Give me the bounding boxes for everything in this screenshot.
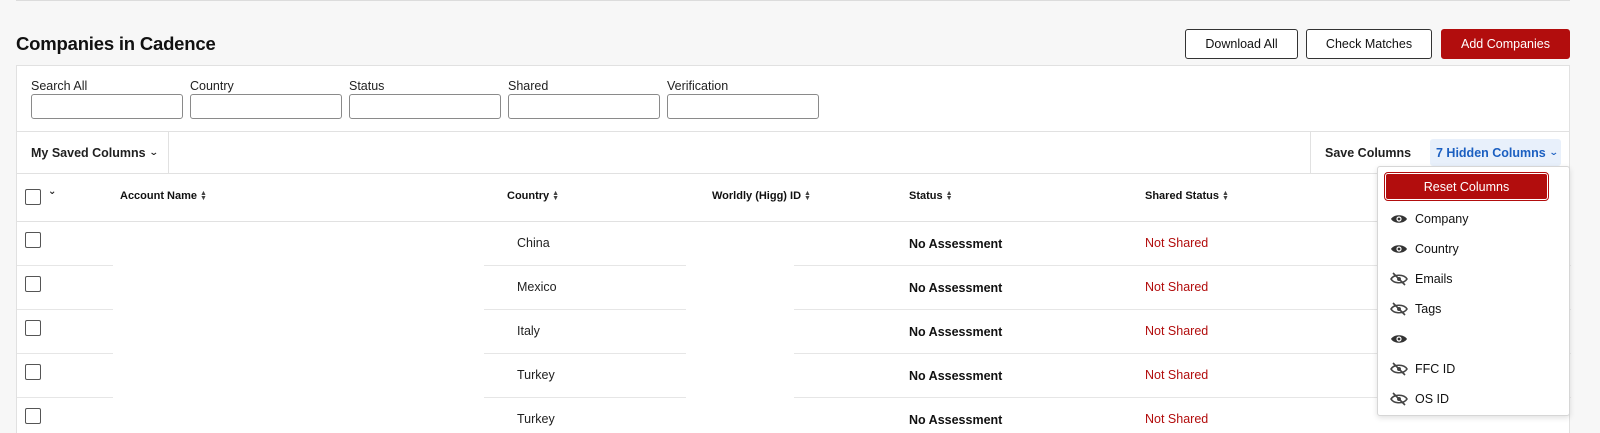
column-toggle-label: FFC ID	[1415, 362, 1456, 376]
download-all-button[interactable]: Download All	[1185, 29, 1298, 59]
select-all-checkbox[interactable]	[25, 189, 41, 205]
row-shared-status: Not Shared	[1145, 412, 1209, 426]
row-shared-status: Not Shared	[1145, 280, 1209, 294]
column-toolbar: My Saved Columns ⌄ Save Columns 7 Hidden…	[17, 131, 1569, 174]
filter-status: Status	[349, 79, 501, 119]
filter-search-all: Search All	[31, 79, 183, 119]
eye-icon	[1391, 245, 1407, 253]
row-country: Italy	[517, 324, 540, 338]
column-toggle-os-id[interactable]: OS ID	[1390, 388, 1550, 410]
sort-icon: ▲ ▼	[1221, 190, 1229, 202]
eye-off-icon	[1390, 272, 1408, 286]
row-divider	[484, 353, 686, 354]
column-header-label: Account Name	[120, 190, 198, 202]
filter-verification: Verification	[667, 79, 819, 119]
row-status: No Assessment	[909, 325, 1003, 339]
column-toggle-ffc-id[interactable]: FFC ID	[1390, 358, 1550, 380]
sort-icon: ▲ ▼	[200, 190, 207, 202]
row-divider	[17, 309, 113, 310]
row-checkbox[interactable]	[25, 320, 41, 336]
search-all-input[interactable]	[31, 94, 183, 119]
column-toggle-emails[interactable]: Emails	[1390, 268, 1550, 290]
chevron-down-icon: ⌄	[148, 147, 159, 157]
row-shared-status: Not Shared	[1145, 236, 1209, 250]
row-country: Mexico	[517, 280, 557, 294]
row-divider	[17, 397, 113, 398]
column-header-status[interactable]: Status ▲ ▼	[909, 190, 953, 202]
column-toggle-label: Country	[1415, 242, 1459, 256]
check-matches-button[interactable]: Check Matches	[1306, 29, 1432, 59]
row-country: Turkey	[517, 412, 555, 426]
column-toggle-label: Company	[1415, 212, 1469, 226]
column-header-worldly-id[interactable]: Worldly (Higg) ID ▲ ▼	[712, 190, 811, 202]
column-toggle-label: Tags	[1415, 302, 1442, 316]
companies-panel: Search All Country Status Shared Verific…	[16, 65, 1571, 433]
filter-label: Search All	[31, 79, 88, 93]
row-shared-status: Not Shared	[1145, 368, 1209, 382]
row-status: No Assessment	[909, 369, 1003, 383]
column-header-label: Worldly (Higg) ID	[712, 190, 802, 202]
chevron-down-icon: ⌄	[1548, 147, 1559, 157]
reset-columns-button[interactable]: Reset Columns	[1384, 172, 1549, 201]
row-shared-status: Not Shared	[1145, 324, 1209, 338]
verification-filter-input[interactable]	[667, 94, 819, 119]
column-header-label: Status	[909, 190, 943, 202]
eye-icon	[1391, 215, 1407, 223]
hidden-columns-menu: Reset Columns Company Country Emails Tag…	[1377, 166, 1570, 416]
sort-icon: ▲ ▼	[552, 190, 560, 202]
sort-icon: ▲ ▼	[804, 190, 811, 202]
filter-shared: Shared	[508, 79, 660, 119]
row-divider	[484, 265, 686, 266]
eye-off-icon	[1390, 362, 1408, 376]
row-checkbox[interactable]	[25, 408, 41, 424]
row-status: No Assessment	[909, 413, 1003, 427]
eye-icon	[1391, 335, 1407, 343]
country-filter-input[interactable]	[190, 94, 342, 119]
column-toggle-unnamed[interactable]	[1390, 328, 1550, 350]
column-toggle-label: Emails	[1415, 272, 1453, 286]
column-header-account-name[interactable]: Account Name ▲ ▼	[120, 190, 207, 202]
filter-label: Verification	[667, 79, 729, 93]
eye-off-icon	[1390, 392, 1408, 406]
filter-country: Country	[190, 79, 342, 119]
eye-off-icon	[1390, 302, 1408, 316]
filter-label: Status	[349, 79, 385, 93]
row-checkbox[interactable]	[25, 232, 41, 248]
hidden-columns-toggle[interactable]: 7 Hidden Columns ⌄	[1430, 139, 1561, 166]
column-header-country[interactable]: Country ▲ ▼	[507, 190, 559, 202]
row-country: Turkey	[517, 368, 555, 382]
row-checkbox[interactable]	[25, 364, 41, 380]
column-toggle-company[interactable]: Company	[1390, 208, 1550, 230]
status-filter-input[interactable]	[349, 94, 501, 119]
column-toggle-country[interactable]: Country	[1390, 238, 1550, 260]
row-divider	[484, 397, 686, 398]
header-divider	[17, 221, 1569, 222]
column-header-label: Country	[507, 190, 550, 202]
row-divider	[17, 265, 113, 266]
column-toggle-tags[interactable]: Tags	[1390, 298, 1550, 320]
shared-filter-input[interactable]	[508, 94, 660, 119]
column-header-shared-status[interactable]: Shared Status ▲ ▼	[1145, 190, 1229, 202]
select-menu-chevron-icon[interactable]: ⌄	[48, 186, 56, 197]
top-divider	[16, 0, 1570, 1]
row-checkbox[interactable]	[25, 276, 41, 292]
column-header-label: Shared Status	[1145, 190, 1219, 202]
filter-label: Country	[190, 79, 234, 93]
my-saved-columns-dropdown[interactable]: My Saved Columns ⌄	[17, 132, 169, 173]
sort-icon: ▲ ▼	[945, 190, 953, 202]
row-divider	[17, 353, 113, 354]
row-status: No Assessment	[909, 237, 1003, 251]
row-status: No Assessment	[909, 281, 1003, 295]
row-divider	[484, 309, 686, 310]
hidden-columns-label: 7 Hidden Columns	[1436, 145, 1546, 160]
saved-columns-label: My Saved Columns	[31, 145, 146, 160]
row-country: China	[517, 236, 550, 250]
add-companies-button[interactable]: Add Companies	[1441, 29, 1570, 59]
filter-label: Shared	[508, 79, 549, 93]
page-title: Companies in Cadence	[16, 33, 216, 54]
column-toggle-label: OS ID	[1415, 392, 1450, 406]
